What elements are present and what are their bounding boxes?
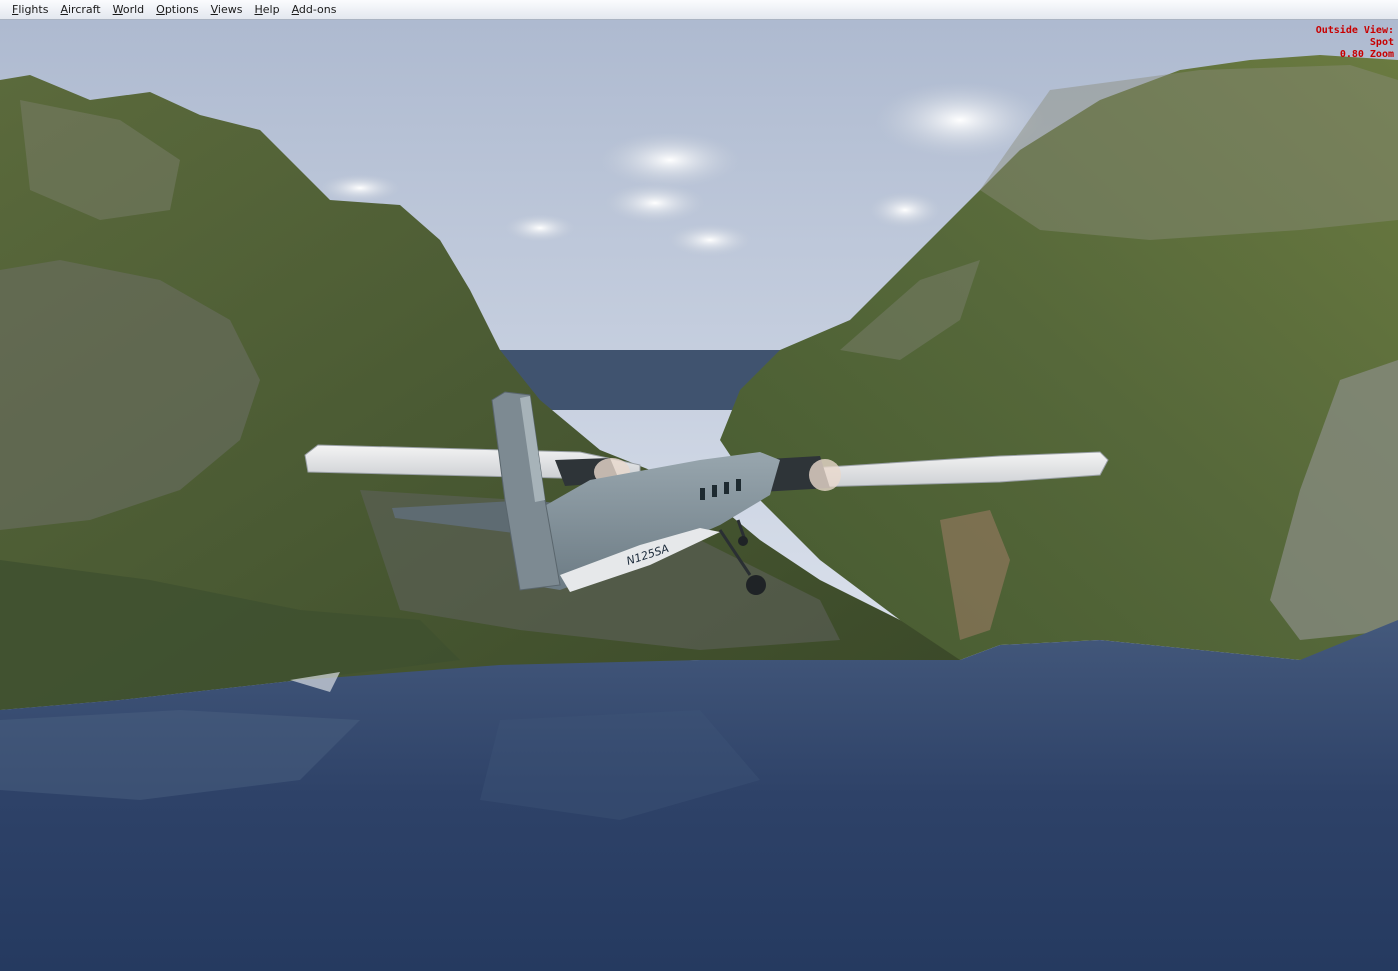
menu-views[interactable]: Views [205,1,249,19]
scene-canvas: N125SA [0,20,1398,971]
hud-view-mode: Spot [1369,37,1394,48]
menu-options[interactable]: Options [150,1,204,19]
menu-flights[interactable]: Flights [6,1,54,19]
hud-view-label: Outside View: [1315,25,1394,36]
menu-world[interactable]: World [107,1,151,19]
menu-bar: Flights Aircraft World Options Views Hel… [0,0,1398,20]
nose-wheel [738,536,748,546]
hud-zoom-level: 0.80 Zoom [1339,49,1394,60]
3d-scene-viewport[interactable]: N125SA [0,20,1398,971]
menu-help[interactable]: Help [248,1,285,19]
view-status-hud: Outside View: Spot 0.80 Zoom [1316,25,1394,61]
right-propeller-disc [809,459,841,491]
main-wheel [746,575,766,595]
menu-add-ons[interactable]: Add-ons [286,1,343,19]
menu-aircraft[interactable]: Aircraft [54,1,106,19]
